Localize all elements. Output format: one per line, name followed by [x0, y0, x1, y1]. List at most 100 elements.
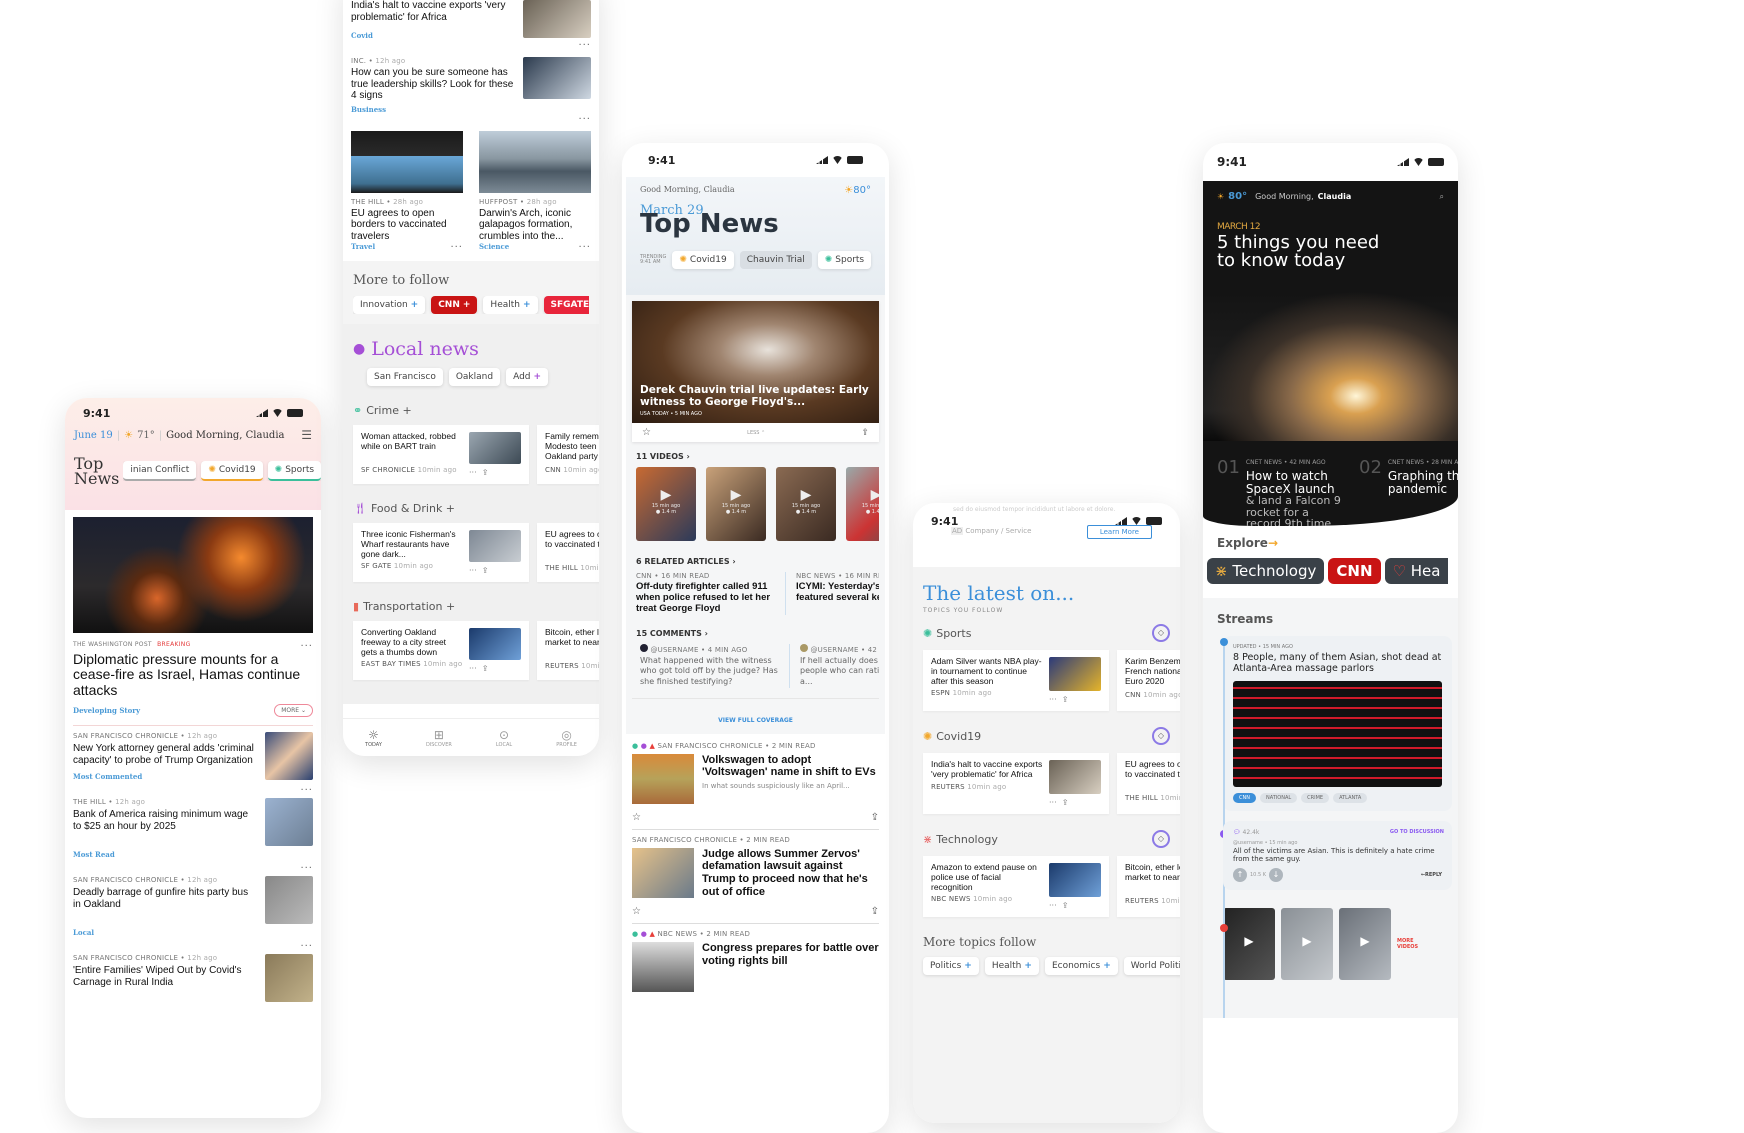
bookmark-star-icon[interactable]: ☆ — [632, 812, 641, 823]
local-card[interactable]: Woman attacked, robbed while on BART tra… — [353, 425, 529, 484]
share-icon[interactable]: ⇪ — [871, 812, 879, 823]
stream-tag[interactable]: CRIME — [1301, 792, 1330, 803]
more-options-icon[interactable]: ··· — [300, 641, 313, 652]
local-card[interactable]: EU agrees to open borders to vaccinated … — [537, 523, 599, 582]
more-options-icon[interactable]: ··· — [73, 863, 313, 874]
topic-card[interactable]: EU agrees to open borders to vaccinated … — [1117, 753, 1180, 814]
list-item[interactable]: SAN FRANCISCO CHRONICLE • 12h ago Deadly… — [73, 874, 313, 941]
related-heading[interactable]: 6 RELATED ARTICLES › — [632, 557, 879, 566]
topic-chip-sports[interactable]: ✺ Sports — [267, 461, 321, 482]
related-article[interactable]: CNN • 16 MIN READ Off-duty firefighter c… — [636, 572, 786, 615]
videos-heading[interactable]: 11 VIDEOS › — [632, 452, 879, 461]
list-item[interactable]: India's halt to vaccine exports 'very pr… — [351, 0, 591, 40]
local-chip-oakland[interactable]: Oakland — [448, 368, 501, 386]
video-thumbnail[interactable]: ▶ — [1223, 907, 1275, 980]
more-button[interactable]: MORE ⌄ — [274, 704, 313, 718]
video-thumbnail[interactable]: ▶15 min ago● 1.4 m — [636, 467, 696, 541]
story-item[interactable]: 01 CNET NEWS • 42 MIN AGO How to watch S… — [1217, 459, 1345, 526]
local-chip-san-francisco[interactable]: San Francisco — [367, 368, 443, 386]
topic-follow-chip[interactable]: Economics + — [1044, 957, 1118, 975]
local-card[interactable]: Converting Oakland freeway to a city str… — [353, 621, 529, 680]
topic-follow-chip[interactable]: Health + — [984, 957, 1039, 975]
stream-card[interactable]: UPDATED • 15 MIN AGO 8 People, many of t… — [1223, 636, 1452, 811]
hero-image-explosions[interactable] — [73, 517, 313, 633]
stream-tag[interactable]: NATIONAL — [1259, 792, 1298, 803]
share-icon[interactable]: ⇪ — [861, 428, 869, 438]
section-transportation[interactable]: ▮ Transportation + — [353, 600, 589, 613]
related-article[interactable]: NBC NEWS • 16 MIN READ ICYMI: Yesterday'… — [796, 572, 879, 615]
learn-more-button[interactable]: Learn More — [1086, 525, 1152, 539]
feed-article[interactable]: Congress prepares for battle over voting… — [632, 942, 879, 993]
grid-article[interactable]: THE HILL • 28h ago EU agrees to open bor… — [351, 130, 463, 253]
topic-follow-chip[interactable]: World Politics — [1123, 957, 1180, 975]
local-card[interactable]: Family remembers Modesto teen killed at … — [537, 425, 599, 484]
comment[interactable]: @USERNAME • 42 MIN AGO If hell actually … — [800, 643, 879, 688]
more-options-icon[interactable]: ··· — [73, 941, 313, 952]
grid-article[interactable]: HUFFPOST • 28h ago Darwin's Arch, iconic… — [479, 130, 591, 253]
explore-chip-cnn[interactable]: CNN — [1328, 558, 1381, 584]
video-thumbnail[interactable]: ▶15 min ago● 1.4 m — [776, 467, 836, 541]
topic-follow-chip[interactable]: Politics + — [923, 957, 979, 975]
trending-chip-covid[interactable]: ✺ Covid19 — [672, 251, 734, 269]
topic-card[interactable]: Bitcoin, ether lead crypto market to nea… — [1117, 856, 1180, 917]
video-thumbnail[interactable]: ▶15 min ago● 1.4 m — [706, 467, 766, 541]
downvote-button[interactable]: ↓ — [1269, 867, 1284, 882]
story-item[interactable]: 02 CNET NEWS • 28 MIN AGO Graphing the p… — [1359, 459, 1458, 526]
topic-chip-covid[interactable]: ✺ Covid19 — [201, 461, 263, 482]
topic-chip[interactable]: inian Conflict — [123, 461, 197, 482]
local-card[interactable]: Three iconic Fisherman's Wharf restauran… — [353, 523, 529, 582]
section-crime[interactable]: ⚭ Crime + — [353, 404, 589, 417]
trending-chip-sports[interactable]: ✺ Sports — [817, 251, 872, 269]
trending-chip-chauvin[interactable]: Chauvin Trial — [739, 251, 812, 269]
follow-chip-sfgate[interactable]: SFGATE+ — [543, 296, 589, 314]
hero-card[interactable]: Derek Chauvin trial live updates: Early … — [632, 301, 879, 442]
share-icon[interactable]: ⇪ — [871, 906, 879, 917]
video-thumbnail[interactable]: ▶ — [1339, 907, 1391, 980]
topic-card[interactable]: Karim Benzema recalled to French nationa… — [1117, 650, 1180, 711]
explore-link[interactable]: Explore→ — [1217, 536, 1452, 550]
stream-tag[interactable]: ATLANTA — [1333, 792, 1368, 803]
follow-chip-innovation[interactable]: Innovation + — [353, 296, 426, 314]
reply-button[interactable]: ←REPLY — [1421, 872, 1442, 878]
feed-article[interactable]: Volkswagen to adopt 'Voltswagen' name in… — [632, 753, 879, 804]
follow-chip-health[interactable]: Health + — [483, 296, 538, 314]
more-options-icon[interactable]: ··· — [351, 40, 591, 51]
stream-comment[interactable]: 💬︎ 42.4k GO TO DISCUSSION @username • 15… — [1223, 820, 1452, 890]
hero-headline[interactable]: Diplomatic pressure mounts for a cease-f… — [73, 651, 313, 698]
section-food-drink[interactable]: 🍴︎ Food & Drink + — [353, 502, 589, 515]
add-location-button[interactable]: Add + — [506, 368, 549, 386]
topic-card[interactable]: India's halt to vaccine exports 'very pr… — [923, 753, 1109, 814]
feed-article[interactable]: Judge allows Summer Zervos' defamation l… — [632, 847, 879, 899]
video-thumbnail[interactable]: ▶ — [1281, 907, 1333, 980]
explore-chip-health[interactable]: ♡ Hea — [1384, 558, 1449, 584]
list-item[interactable]: THE HILL • 12h ago Bank of America raisi… — [73, 796, 313, 863]
reorder-toggle-icon[interactable]: ◇ — [1152, 830, 1170, 848]
nav-local[interactable]: ⊙ LOCAL — [496, 728, 512, 748]
bookmark-star-icon[interactable]: ☆ — [642, 427, 651, 438]
nav-discover[interactable]: ⊞ DISCOVER — [426, 728, 452, 748]
nav-profile[interactable]: ◎ PROFILE — [556, 728, 577, 748]
story-tag[interactable]: Developing Story — [73, 706, 140, 715]
more-options-icon[interactable]: ··· — [351, 114, 591, 125]
bookmark-star-icon[interactable]: ☆ — [632, 906, 641, 917]
topic-card[interactable]: Amazon to extend pause on police use of … — [923, 856, 1109, 917]
list-item[interactable]: INC. • 12h ago How can you be sure someo… — [351, 57, 591, 114]
follow-chip-cnn[interactable]: CNN + — [431, 296, 478, 314]
less-toggle[interactable]: LESS ⌃ — [747, 430, 765, 436]
more-videos-link[interactable]: MORE VIDEOS — [1397, 938, 1421, 950]
reorder-toggle-icon[interactable]: ◇ — [1152, 727, 1170, 745]
comment[interactable]: @USERNAME • 4 MIN AGO What happened with… — [640, 643, 790, 688]
nav-today[interactable]: ☼ TODAY — [365, 728, 382, 748]
search-icon[interactable]: ⌕ — [1440, 192, 1444, 202]
topic-card[interactable]: Adam Silver wants NBA play-in tournament… — [923, 650, 1109, 711]
comments-heading[interactable]: 15 COMMENTS › — [632, 629, 879, 638]
stream-tag[interactable]: CNN — [1233, 792, 1256, 803]
list-item[interactable]: SAN FRANCISCO CHRONICLE • 12h ago 'Entir… — [73, 952, 313, 1006]
go-to-discussion-link[interactable]: GO TO DISCUSSION — [1390, 829, 1444, 835]
view-full-coverage-link[interactable]: VIEW FULL COVERAGE — [718, 717, 793, 724]
upvote-button[interactable]: ↑ — [1233, 867, 1247, 882]
settings-sliders-icon[interactable]: ☰ — [301, 428, 312, 442]
reorder-toggle-icon[interactable]: ◇ — [1152, 624, 1170, 642]
local-card[interactable]: Bitcoin, ether lead crypto market to nea… — [537, 621, 599, 680]
list-item[interactable]: SAN FRANCISCO CHRONICLE • 12h ago New Yo… — [73, 726, 313, 785]
